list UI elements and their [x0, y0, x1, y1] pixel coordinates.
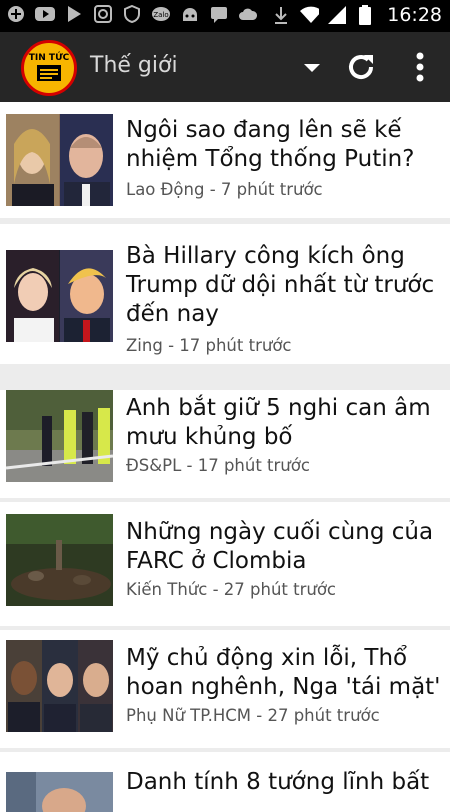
message-icon: [209, 4, 229, 24]
article-meta: Kiến Thức - 27 phút trước: [126, 580, 336, 599]
article-thumbnail: [6, 114, 113, 206]
wifi-icon: [299, 5, 320, 25]
refresh-icon[interactable]: [344, 50, 378, 84]
article-title: Ngôi sao đang lên sẽ kế nhiệm Tổng thống…: [126, 117, 415, 172]
play-store-icon: [64, 4, 84, 24]
news-item[interactable]: Danh tính 8 tướng lĩnh bất: [0, 752, 450, 812]
more-options-icon[interactable]: [408, 50, 432, 84]
section-title[interactable]: Thế giới: [90, 53, 178, 78]
newspaper-icon: [37, 65, 61, 81]
add-icon: [6, 4, 26, 24]
news-item[interactable]: Mỹ chủ động xin lỗi, Thổ hoan nghênh, Ng…: [0, 630, 450, 748]
article-meta: ĐS&PL - 17 phút trước: [126, 456, 310, 475]
android-icon: [180, 4, 200, 24]
article-thumbnail: [6, 390, 113, 482]
article-meta: Lao Động - 7 phút trước: [126, 180, 323, 199]
logo-text: TIN TỨC: [28, 53, 70, 63]
news-item[interactable]: Ngôi sao đang lên sẽ kế nhiệm Tổng thống…: [0, 102, 450, 218]
shield-icon: [122, 4, 142, 24]
article-meta: Zing - 17 phút trước: [126, 336, 292, 355]
clock: 16:28: [387, 4, 442, 26]
article-meta: Phụ Nữ TP.HCM - 27 phút trước: [126, 706, 380, 725]
battery-icon: [355, 5, 375, 25]
app-logo[interactable]: TIN TỨC: [21, 40, 77, 96]
download-icon: [271, 5, 291, 25]
article-thumbnail: [6, 640, 113, 732]
article-title: Những ngày cuối cùng của FARC ở Clombia: [126, 519, 434, 574]
news-item[interactable]: Những ngày cuối cùng của FARC ở Clombia …: [0, 502, 450, 626]
article-title: Anh bắt giữ 5 nghi can âm mưu khủng bố: [126, 395, 431, 450]
instagram-icon: [93, 4, 113, 24]
svg-text:Zalo: Zalo: [153, 11, 168, 19]
cloud-icon: [238, 4, 258, 24]
article-title: Danh tính 8 tướng lĩnh bất: [126, 769, 430, 795]
chevron-down-icon[interactable]: [300, 60, 324, 76]
news-item[interactable]: Anh bắt giữ 5 nghi can âm mưu khủng bố Đ…: [0, 390, 450, 498]
zalo-icon: Zalo: [151, 4, 171, 24]
article-thumbnail: [6, 514, 113, 606]
article-thumbnail: [6, 772, 113, 812]
article-title: Bà Hillary công kích ông Trump dữ dội nh…: [126, 243, 435, 327]
news-item[interactable]: Bà Hillary công kích ông Trump dữ dội nh…: [0, 224, 450, 364]
notification-icons: Zalo: [6, 4, 258, 24]
signal-icon: [327, 5, 347, 25]
article-title: Mỹ chủ động xin lỗi, Thổ hoan nghênh, Ng…: [126, 645, 441, 700]
article-thumbnail: [6, 250, 113, 342]
system-icons: 16:28: [271, 4, 442, 26]
youtube-icon: [35, 4, 55, 24]
app-toolbar: TIN TỨC Thế giới: [0, 32, 450, 103]
status-bar: Zalo 16:28: [0, 0, 450, 32]
